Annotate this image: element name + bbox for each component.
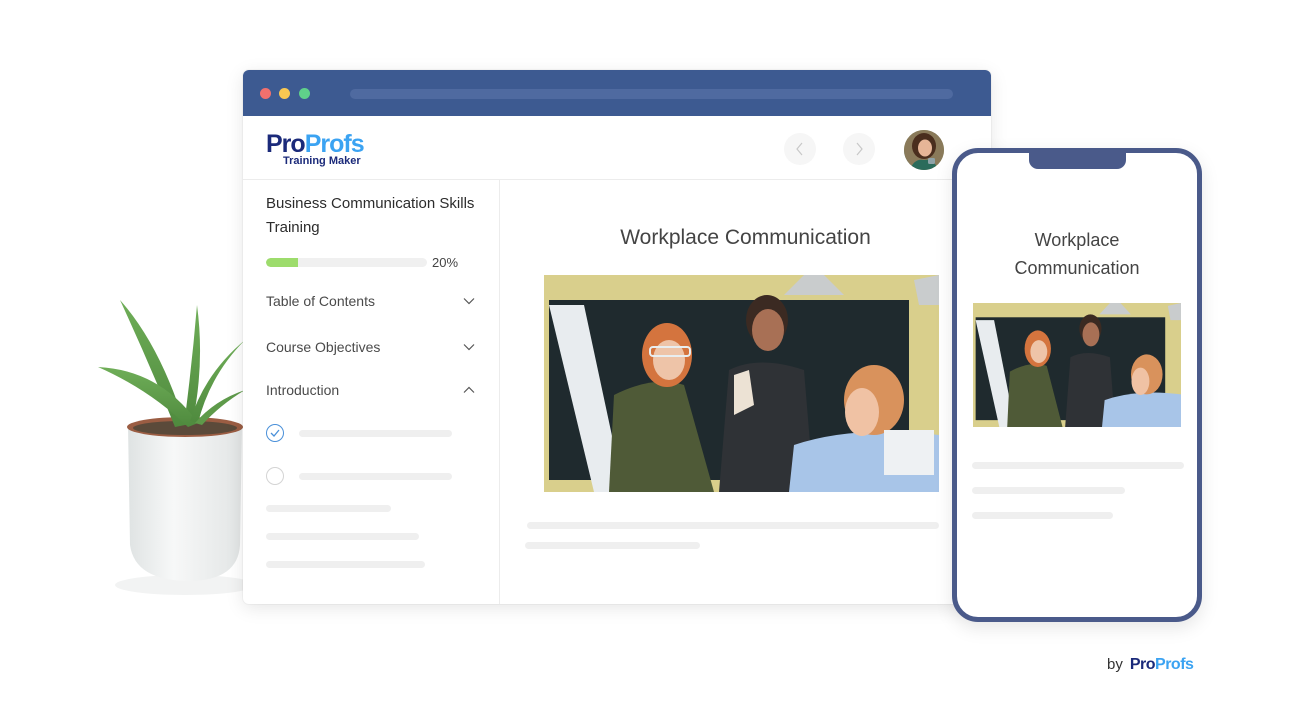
mobile-lesson-title: Workplace Communication (957, 226, 1197, 282)
chevron-left-icon (796, 142, 803, 156)
progress-fill (266, 258, 299, 267)
progress-label: 20% (432, 255, 459, 270)
section-introduction[interactable]: Introduction (266, 379, 476, 401)
text-placeholder (266, 533, 419, 540)
office-team-photo (973, 303, 1181, 427)
lesson-item-completed[interactable] (266, 423, 456, 443)
logo-brand-part2: Profs (304, 130, 365, 158)
close-window-button[interactable] (260, 88, 271, 99)
section-table-of-contents[interactable]: Table of Contents (266, 290, 476, 312)
course-progress-bar (266, 258, 427, 267)
browser-titlebar (243, 70, 991, 116)
avatar-image (904, 130, 944, 170)
plant-illustration (98, 300, 255, 595)
text-placeholder (527, 522, 939, 529)
chevron-right-icon (856, 142, 863, 156)
phone-notch (1029, 151, 1126, 169)
user-avatar[interactable] (904, 130, 944, 170)
lesson-title: Workplace Communication (620, 226, 871, 249)
lesson-content: Workplace Communication (500, 180, 991, 604)
course-title: Business Communication Skills Training (266, 195, 475, 236)
mobile-lesson-title-text: Workplace Communication (1014, 230, 1140, 278)
section-label: Course Objectives (266, 339, 381, 355)
text-placeholder (972, 462, 1184, 469)
proprofs-logo[interactable]: ProProfs Training Maker (266, 130, 365, 167)
next-button[interactable] (843, 133, 875, 165)
chevron-down-icon (462, 340, 476, 354)
text-placeholder (525, 542, 700, 549)
footer-brand-part2: Profs (1155, 656, 1194, 673)
browser-window: ProProfs Training Maker Business Communi… (243, 70, 991, 604)
lesson-title-placeholder (299, 429, 452, 437)
section-label: Introduction (266, 382, 340, 398)
logo-brand-part1: Pro (266, 130, 306, 158)
lesson-title-placeholder (299, 472, 452, 480)
lesson-image (544, 275, 939, 492)
lesson-item-incomplete[interactable] (266, 466, 456, 486)
text-placeholder (266, 505, 391, 512)
text-placeholder (972, 512, 1113, 519)
empty-circle-icon (266, 467, 284, 485)
address-bar[interactable] (350, 89, 953, 99)
minimize-window-button[interactable] (279, 88, 290, 99)
course-sidebar: Business Communication Skills Training 2… (243, 180, 500, 604)
chevron-up-icon (462, 383, 476, 397)
office-team-photo (544, 275, 939, 492)
footer-brand-part1: Pro (1129, 656, 1156, 673)
logo-subtitle: Training Maker (283, 155, 361, 167)
by-label: by (1107, 656, 1123, 673)
chevron-down-icon (462, 294, 476, 308)
by-proprofs-brand: by Pro Profs (1107, 656, 1194, 674)
maximize-window-button[interactable] (299, 88, 310, 99)
mobile-lesson-image (973, 303, 1181, 427)
section-label: Table of Contents (266, 293, 375, 309)
previous-button[interactable] (784, 133, 816, 165)
text-placeholder (266, 561, 425, 568)
mobile-preview: Workplace Communication (952, 148, 1202, 622)
text-placeholder (972, 487, 1125, 494)
check-circle-icon (266, 424, 284, 442)
app-header: ProProfs Training Maker (243, 116, 991, 180)
section-course-objectives[interactable]: Course Objectives (266, 336, 476, 358)
